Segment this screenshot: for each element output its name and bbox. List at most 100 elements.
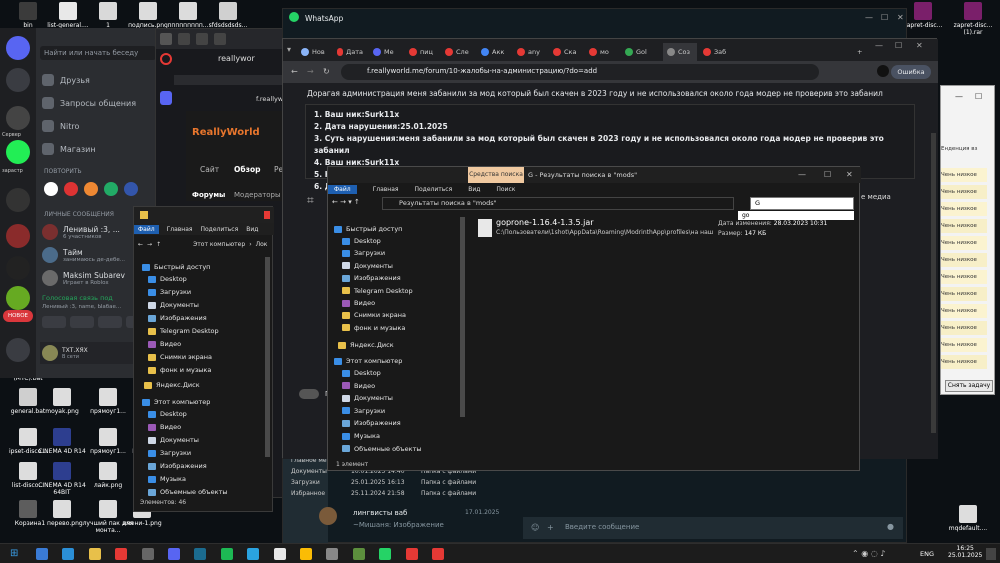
list-item[interactable]: Чень низкое — [941, 287, 987, 301]
error-badge[interactable]: Ошибка — [891, 65, 931, 79]
file-row[interactable]: Избранное 25.11.2024 21:58 Папка с файлами — [291, 490, 477, 501]
forward-icon[interactable]: → — [307, 67, 314, 76]
minimize-button[interactable]: — — [798, 170, 806, 179]
tree-item[interactable]: Видео — [342, 382, 375, 390]
menu-home[interactable]: Главная — [373, 186, 399, 193]
forward-icon[interactable]: → — [340, 198, 346, 206]
quick-access[interactable]: Быстрый доступ — [142, 263, 210, 271]
browser-tab[interactable]: Gol — [621, 43, 655, 61]
close-icon[interactable] — [264, 211, 270, 219]
nav-shop[interactable]: Магазин — [42, 143, 96, 155]
tray-icons[interactable]: ⌃ ◉ ◌ ♪ — [852, 549, 885, 558]
discord-home-icon[interactable] — [6, 36, 30, 60]
tab-search-icon[interactable]: ▾ — [287, 45, 291, 54]
dm-item[interactable]: Maksim Subarev Играет в Roblox — [42, 270, 125, 286]
list-item[interactable]: Чень низкое — [941, 321, 987, 335]
server-icon[interactable] — [6, 188, 30, 212]
up-icon[interactable]: ↑ — [156, 241, 161, 248]
tree-item[interactable]: Музыка — [342, 432, 380, 440]
browser-tab[interactable]: Заб — [699, 43, 733, 61]
breadcrumb[interactable]: Лок — [256, 241, 268, 248]
explore-icon[interactable] — [6, 338, 30, 362]
profile-icon[interactable] — [877, 65, 889, 77]
tree-item[interactable]: Видео — [148, 423, 181, 431]
tree-item[interactable]: Desktop — [148, 275, 187, 283]
new-tab-button[interactable]: + — [853, 43, 866, 61]
tree-item[interactable]: Загрузки — [342, 249, 385, 257]
whatsapp-icon[interactable] — [379, 548, 392, 560]
menu-share[interactable]: Поделиться — [415, 186, 453, 193]
tree-item[interactable]: Снимки экрана — [342, 311, 406, 319]
server-icon[interactable] — [6, 224, 30, 248]
browser-tab[interactable]: Ска — [549, 43, 583, 61]
maximize-button[interactable]: ☐ — [881, 13, 888, 22]
close-button[interactable]: ✕ — [916, 41, 923, 50]
camera-button[interactable] — [42, 316, 66, 328]
telegram-icon[interactable] — [247, 548, 260, 560]
address-bar-2[interactable]: f.reallyw — [256, 95, 283, 103]
tree-item[interactable]: фонк и музыка — [148, 366, 211, 374]
desktop-icon[interactable]: прямоуг1... — [80, 388, 136, 415]
list-item[interactable]: Чень низкое — [941, 253, 987, 267]
chat-name[interactable]: лингвисты ваб — [353, 509, 407, 517]
browser-tab[interactable]: Сле — [441, 43, 475, 61]
desktop-icon[interactable]: mqdefault.... — [940, 505, 996, 532]
minimize-button[interactable]: — — [955, 92, 963, 101]
browser-tab[interactable]: Ме — [369, 43, 403, 61]
start-icon[interactable]: ⊞ — [10, 548, 18, 560]
activity-button[interactable] — [98, 316, 122, 328]
up-icon[interactable]: ↑ — [354, 198, 360, 206]
server-icon[interactable] — [6, 68, 30, 92]
tree-item[interactable]: Документы — [342, 394, 393, 402]
tree-item[interactable]: Документы — [148, 436, 199, 444]
chevron-down-icon[interactable]: ▾ — [348, 198, 352, 206]
nav-friends[interactable]: Друзья — [42, 74, 90, 86]
list-item[interactable]: Чень низкое — [941, 304, 987, 318]
search-suggestion[interactable]: go — [738, 211, 854, 220]
tab-icon[interactable] — [196, 33, 208, 45]
browser-tab[interactable]: Акк — [477, 43, 511, 61]
tree-item[interactable]: Telegram Desktop — [342, 287, 413, 295]
tree-item-yandex[interactable]: Яндекс.Диск — [144, 381, 200, 389]
dm-item[interactable]: Тайм занимаюсь де-дебе... — [42, 247, 125, 263]
message-input[interactable]: Введите сообщение — [565, 523, 639, 531]
address-bar[interactable]: ← → ↑ Этот компьютер › Лок — [138, 238, 274, 250]
tree-item[interactable]: Desktop — [342, 369, 381, 377]
language-indicator[interactable]: ENG — [920, 550, 934, 558]
tree-item[interactable]: Загрузки — [148, 449, 191, 457]
minimize-button[interactable]: — — [865, 13, 873, 22]
nav-requests[interactable]: Запросы общения — [42, 97, 136, 109]
search-result[interactable]: goprone-1.16.4-1.3.5.jar C:\Пользователи… — [478, 217, 748, 243]
tree-item-this-pc[interactable]: Этот компьютер — [142, 398, 210, 406]
back-icon[interactable]: ← — [138, 241, 143, 248]
attach-icon[interactable]: + — [547, 523, 554, 532]
media-label[interactable]: е медиа — [861, 193, 891, 201]
maximize-button[interactable]: ☐ — [975, 92, 982, 101]
quick-access[interactable]: Быстрый доступ — [334, 225, 402, 233]
back-icon[interactable]: ← — [332, 198, 338, 206]
gmail-icon[interactable] — [273, 548, 286, 560]
tree-item[interactable]: Telegram Desktop — [148, 327, 219, 335]
browser-tab[interactable]: any — [513, 43, 547, 61]
opera-icon[interactable] — [432, 548, 444, 560]
screen-share-button[interactable] — [70, 316, 94, 328]
desktop-icon[interactable]: лайк.png — [80, 462, 136, 489]
list-item[interactable]: Чень низкое — [941, 168, 987, 182]
notification-icon[interactable] — [986, 548, 996, 560]
nav-overview[interactable]: Обзор — [234, 165, 261, 174]
tree-item[interactable]: Desktop — [342, 237, 381, 245]
emoji-icon[interactable]: ☺ — [531, 523, 539, 532]
toggle-switch[interactable] — [299, 389, 319, 399]
menu-file[interactable]: Файл — [134, 224, 159, 234]
browser-tab[interactable]: Нов — [297, 43, 331, 61]
tab-icon[interactable] — [160, 33, 172, 45]
close-button[interactable]: ✕ — [846, 170, 853, 179]
scrollbar[interactable] — [265, 257, 270, 457]
explorer-icon[interactable] — [88, 548, 101, 560]
menu-view[interactable]: Вид — [468, 186, 480, 193]
list-item[interactable]: Чень низкое — [941, 219, 987, 233]
yandex-browser-icon[interactable] — [405, 548, 418, 560]
list-item[interactable]: Чень низкое — [941, 185, 987, 199]
list-item[interactable]: Чень низкое — [941, 270, 987, 284]
list-item[interactable]: Чень низкое — [941, 202, 987, 216]
